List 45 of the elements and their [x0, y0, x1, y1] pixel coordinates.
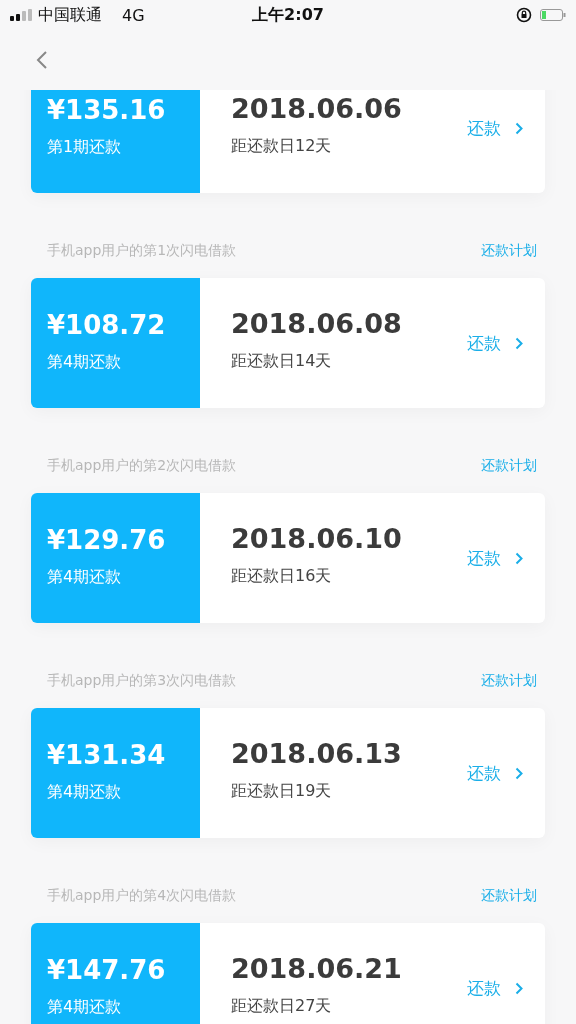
loan-title: 手机app用户的第2次闪电借款	[47, 457, 237, 475]
repayment-plan-link[interactable]: 还款计划	[481, 887, 537, 905]
clock-time: 上午2:07	[252, 4, 324, 24]
repay-button[interactable]: 还款	[467, 331, 523, 355]
chevron-right-icon	[515, 551, 523, 565]
due-date: 2018.06.21	[231, 953, 402, 984]
loan-title: 手机app用户的第4次闪电借款	[47, 887, 237, 905]
signal-icon	[10, 9, 32, 21]
chevron-right-icon	[515, 766, 523, 780]
repay-button[interactable]: 还款	[467, 761, 523, 785]
amount-text: ¥131.34	[47, 740, 166, 770]
battery-icon	[540, 9, 566, 21]
repayment-plan-link[interactable]: 还款计划	[481, 242, 537, 260]
amount-text: ¥147.76	[47, 955, 166, 985]
days-remaining: 距还款日12天	[231, 136, 332, 157]
amount-text: ¥108.72	[47, 310, 166, 340]
repay-button[interactable]: 还款	[467, 546, 523, 570]
installment-label: 第1期还款	[47, 137, 122, 158]
carrier-name: 中国联通	[38, 4, 102, 26]
amount-text: ¥129.76	[47, 525, 166, 555]
rotation-lock-icon	[516, 7, 532, 23]
repayment-plan-link[interactable]: 还款计划	[481, 457, 537, 475]
chevron-right-icon	[515, 336, 523, 350]
days-remaining: 距还款日27天	[231, 996, 332, 1017]
installment-label: 第4期还款	[47, 997, 122, 1018]
repayment-plan-link[interactable]: 还款计划	[481, 672, 537, 690]
amount-text: ¥135.16	[47, 95, 166, 125]
loan-title: 手机app用户的第3次闪电借款	[47, 672, 237, 690]
chevron-right-icon	[515, 981, 523, 995]
chevron-right-icon	[515, 121, 523, 135]
repay-button[interactable]: 还款	[467, 116, 523, 140]
installment-label: 第4期还款	[47, 352, 122, 373]
days-remaining: 距还款日14天	[231, 351, 332, 372]
installment-label: 第4期还款	[47, 782, 122, 803]
due-date: 2018.06.06	[231, 93, 402, 124]
due-date: 2018.06.10	[231, 523, 402, 554]
due-date: 2018.06.08	[231, 308, 402, 339]
repay-button[interactable]: 还款	[467, 976, 523, 1000]
network-type: 4G	[122, 5, 145, 25]
loan-title: 手机app用户的第1次闪电借款	[47, 242, 237, 260]
days-remaining: 距还款日16天	[231, 566, 332, 587]
back-icon[interactable]	[36, 50, 48, 70]
due-date: 2018.06.13	[231, 738, 402, 769]
days-remaining: 距还款日19天	[231, 781, 332, 802]
installment-label: 第4期还款	[47, 567, 122, 588]
